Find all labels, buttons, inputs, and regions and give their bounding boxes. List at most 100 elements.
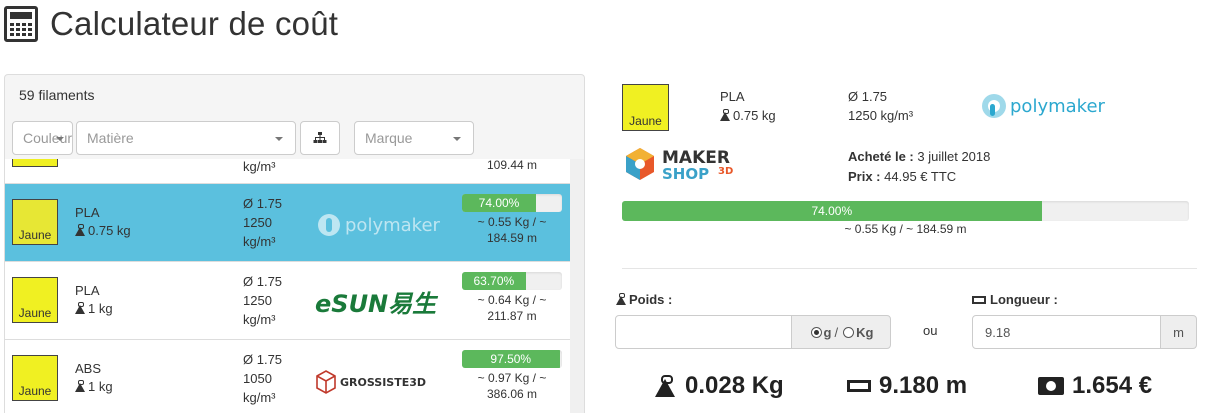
progress-fill: 63.70% [462, 272, 526, 290]
color-label: Jaune [18, 306, 52, 320]
color-swatch: Jaune [12, 355, 58, 401]
unit-g-radio[interactable] [810, 326, 822, 338]
dimensions-info: Ø 1.75 1250 kg/m³ [243, 272, 282, 329]
weight-label-group: Poids : [616, 292, 672, 307]
weight-input[interactable] [615, 315, 792, 349]
color-filter-select[interactable]: Couleur [12, 121, 73, 155]
polymaker-logo: polymaker [978, 86, 1118, 126]
density-unit: kg/m³ [243, 159, 276, 174]
material-filter-select[interactable]: Matière [76, 121, 296, 155]
dimensions-info: Ø 1.75 1050 kg/m³ [243, 350, 282, 407]
page-title: Calculateur de coût [50, 5, 339, 42]
material-name: PLA [75, 205, 100, 220]
usage-progress-bar: 97.50% [462, 350, 562, 368]
color-swatch: Jaune [622, 84, 669, 131]
page-header: Calculateur de coût [4, 4, 338, 44]
result-length-value: 9.180 m [879, 372, 968, 399]
usage-progress-bar: 74.00% [622, 201, 1189, 221]
usage-info: 74.00% ~ 0.55 Kg / ~ 184.59 m [460, 194, 564, 246]
list-scrollbar[interactable] [570, 159, 584, 413]
svg-text:polymaker: polymaker [1010, 96, 1106, 117]
unit-separator: / [834, 324, 839, 340]
material-info: ABS 1 kg [75, 360, 113, 396]
brand-filter-select[interactable]: Marque [354, 121, 474, 155]
usage-length: 211.87 m [487, 309, 537, 323]
usage-progress-bar: 74.00% [462, 194, 562, 212]
weight-icon [616, 293, 626, 305]
list-item[interactable]: Jaune PLA 1 kg Ø 1.75 1250 kg/m³ eSUN易生 … [5, 261, 570, 339]
weight-icon [75, 380, 85, 392]
result-weight: 0.028 Kg [655, 372, 784, 400]
spool-weight: 0.75 kg [88, 223, 131, 238]
spool-weight: 1 kg [88, 379, 113, 394]
diameter: Ø 1.75 [243, 274, 283, 289]
length-unit-addon: m [1160, 315, 1197, 349]
diameter: Ø 1.75 [243, 352, 283, 367]
esun-logo: eSUN易生 [313, 282, 448, 322]
material-info: PLA 0.75 kg [75, 204, 131, 240]
spool-weight: 0.75 kg [733, 108, 776, 123]
density-unit: kg/m³ [243, 390, 276, 405]
filament-list[interactable]: kg/m³ 109.44 m Jaune PLA 0.75 kg Ø 1.75 … [5, 159, 570, 413]
list-item[interactable]: Jaune ABS 1 kg Ø 1.75 1050 kg/m³ GROSSIS… [5, 339, 570, 413]
weight-icon [75, 302, 85, 314]
result-cost-value: 1.654 € [1072, 372, 1153, 399]
density-unit: kg/m³ [243, 234, 276, 249]
filter-bar: Couleur Matière Marque [12, 121, 474, 155]
chevron-down-icon [453, 137, 461, 141]
usage-weight: ~ 0.55 Kg / ~ [477, 215, 547, 229]
unit-kg-radio[interactable] [843, 326, 855, 338]
weight-unit-toggle[interactable]: g / Kg [791, 315, 891, 349]
usage-length: 109.44 m [486, 159, 538, 172]
grossiste3d-logo: GROSSISTE3D [313, 360, 448, 400]
weight-icon [720, 109, 730, 121]
svg-text:polymaker: polymaker [345, 215, 441, 236]
length-input[interactable]: 9.18 [972, 315, 1161, 349]
bought-date: 3 juillet 2018 [917, 149, 991, 164]
dimensions-info: Ø 1.75 1250 kg/m³ [848, 87, 913, 125]
material-info: PLA 0.75 kg [720, 87, 776, 125]
weight-label: Poids : [629, 292, 673, 307]
filament-count: 59 filaments [19, 87, 95, 103]
ruler-icon [847, 380, 871, 392]
usage-progress-bar: 63.70% [462, 272, 562, 290]
density-unit: kg/m³ [243, 312, 276, 327]
usage-summary: ~ 0.55 Kg / ~ 184.59 m [844, 222, 967, 236]
svg-text:GROSSISTE3D: GROSSISTE3D [340, 376, 426, 389]
usage-length: 386.06 m [486, 387, 538, 401]
svg-text:SHOP: SHOP [662, 165, 709, 183]
chevron-down-icon [56, 137, 64, 141]
hierarchy-button[interactable] [300, 121, 340, 155]
or-label: ou [923, 323, 938, 338]
weight-icon [655, 375, 675, 397]
progress-fill: 74.00% [462, 194, 536, 212]
material-name: PLA [75, 283, 100, 298]
diameter: Ø 1.75 [243, 196, 283, 211]
list-item[interactable]: Jaune PLA 0.75 kg Ø 1.75 1250 kg/m³ poly… [5, 183, 570, 261]
price-label: Prix : [848, 169, 881, 184]
density-value: 1050 [243, 371, 272, 386]
color-filter-placeholder: Couleur [23, 130, 73, 146]
material-name: ABS [75, 361, 102, 376]
usage-info: 63.70% ~ 0.64 Kg / ~ 211.87 m [460, 272, 564, 324]
result-length: 9.180 m [847, 372, 967, 400]
material-filter-placeholder: Matière [87, 130, 134, 146]
density: 1250 kg/m³ [848, 108, 914, 123]
color-swatch [12, 159, 58, 167]
chevron-down-icon [275, 137, 283, 141]
weight-icon [75, 224, 85, 236]
money-icon [1038, 377, 1064, 395]
purchase-info: Acheté le : 3 juillet 2018 Prix : 44.95 … [848, 147, 990, 187]
color-label: Jaune [18, 228, 52, 242]
dimensions-info: Ø 1.75 1250 kg/m³ [243, 194, 282, 251]
price-value: 44.95 € TTC [884, 169, 957, 184]
color-label: Jaune [629, 114, 662, 128]
sitemap-icon [313, 132, 327, 143]
material-info: PLA 1 kg [75, 282, 113, 318]
bought-label: Acheté le : [848, 149, 914, 164]
filament-list-panel: 59 filaments Couleur Matière Marque kg/m… [4, 74, 585, 413]
color-swatch: Jaune [12, 199, 58, 245]
list-item[interactable]: kg/m³ 109.44 m [5, 159, 570, 183]
svg-text:eSUN易生: eSUN易生 [315, 290, 439, 318]
unit-kg-label: Kg [856, 324, 874, 340]
